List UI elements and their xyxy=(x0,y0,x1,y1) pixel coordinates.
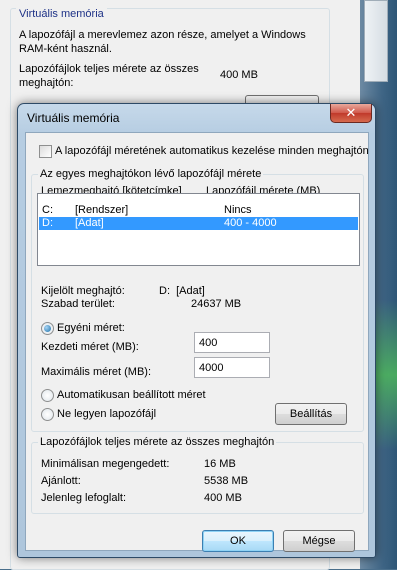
bg-group-title: Virtuális memória xyxy=(16,8,107,20)
auto-manage-label[interactable]: A lapozófájl méretének automatikus kezel… xyxy=(55,145,369,158)
recommended-value: 5538 MB xyxy=(204,475,249,487)
bg-total-value: 400 MB xyxy=(220,69,258,81)
no-paging-file-label[interactable]: Ne legyen lapozófájl xyxy=(57,408,156,421)
close-icon: ✕ xyxy=(345,105,357,120)
ok-button[interactable]: OK xyxy=(202,530,274,552)
free-space-label: Szabad terület: xyxy=(41,298,115,310)
drive-letter: D: xyxy=(42,217,53,229)
system-managed-label[interactable]: Automatikusan beállított méret xyxy=(57,389,206,402)
cancel-button[interactable]: Mégse xyxy=(283,530,355,552)
drives-group-title: Az egyes meghajtókon lévő lapozófájl mér… xyxy=(38,168,264,181)
set-button[interactable]: Beállítás xyxy=(275,403,347,425)
drive-label: [Rendszer] xyxy=(75,204,129,216)
totals-group-title: Lapozófájlok teljes mérete az összes meg… xyxy=(38,436,277,449)
custom-size-label[interactable]: Egyéni méret: xyxy=(57,322,125,335)
drive-letter: C: xyxy=(42,204,53,216)
virtual-memory-dialog: Virtuális memória ✕ A lapozófájl méretén… xyxy=(17,103,376,558)
max-size-input[interactable]: 4000 xyxy=(194,357,270,378)
currently-allocated-value: 400 MB xyxy=(204,492,242,504)
dialog-title: Virtuális memória xyxy=(27,111,120,125)
initial-size-input[interactable]: 400 xyxy=(194,332,270,353)
drive-label: [Adat] xyxy=(75,217,104,229)
no-paging-file-radio[interactable] xyxy=(41,408,54,421)
bg-scrollbar[interactable] xyxy=(364,0,388,82)
dialog-body: A lapozófájl méretének automatikus kezel… xyxy=(25,132,369,552)
bg-description: A lapozófájl a merevlemez azon része, am… xyxy=(19,29,306,55)
selected-drive-value: D: [Adat] xyxy=(159,285,205,297)
auto-manage-checkbox[interactable] xyxy=(39,145,52,158)
radio-selected-dot xyxy=(44,325,51,332)
drive-size: 400 - 4000 xyxy=(224,217,277,229)
close-button[interactable]: ✕ xyxy=(330,104,372,123)
drive-row-c[interactable]: C: [Rendszer] Nincs xyxy=(39,204,358,217)
selected-drive-label: Kijelölt meghajtó: xyxy=(41,285,125,297)
custom-size-radio[interactable] xyxy=(41,322,54,335)
max-size-label: Maximális méret (MB): xyxy=(41,366,152,378)
drive-size: Nincs xyxy=(224,204,252,216)
free-space-value: 24637 MB xyxy=(191,298,242,310)
min-allowed-label: Minimálisan megengedett: xyxy=(41,458,170,470)
drive-list[interactable]: C: [Rendszer] Nincs D: [Adat] 400 - 4000 xyxy=(37,193,360,266)
initial-size-label: Kezdeti méret (MB): xyxy=(41,341,139,353)
drive-row-d[interactable]: D: [Adat] 400 - 4000 xyxy=(39,217,358,230)
bg-total-label: Lapozófájlok teljes mérete az összes meg… xyxy=(19,63,199,89)
currently-allocated-label: Jelenleg lefoglalt: xyxy=(41,492,127,504)
min-allowed-value: 16 MB xyxy=(204,458,236,470)
recommended-label: Ajánlott: xyxy=(41,475,81,487)
system-managed-radio[interactable] xyxy=(41,389,54,402)
